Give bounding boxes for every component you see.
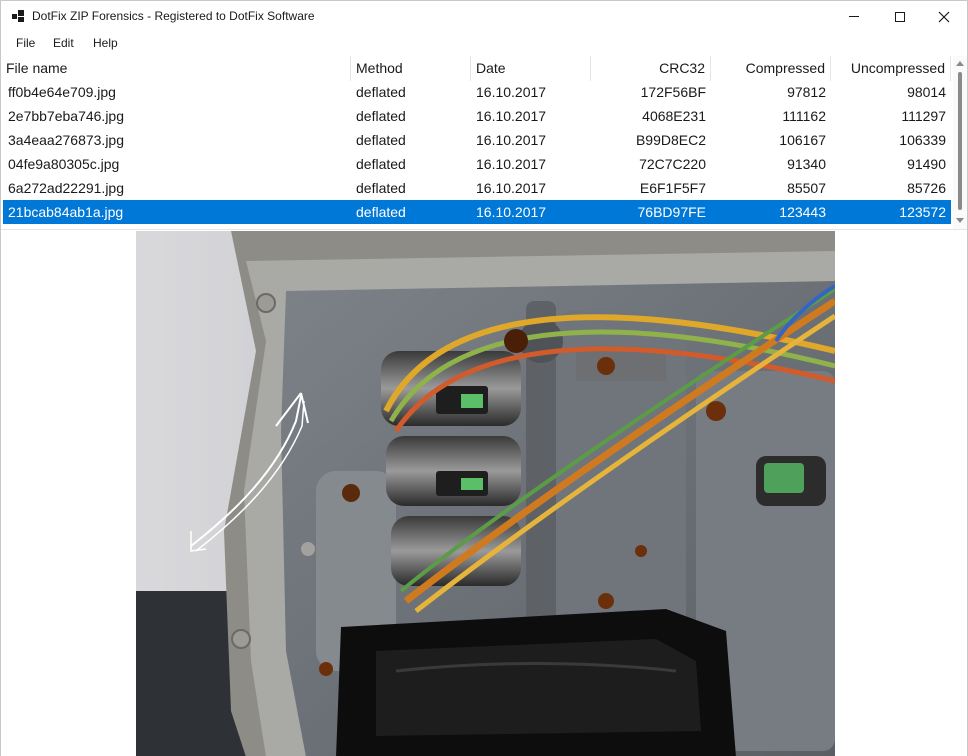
cell-uncompressed: 106339 xyxy=(899,132,946,148)
cell-method: deflated xyxy=(356,108,406,124)
column-file-name[interactable]: File name xyxy=(1,56,351,81)
column-date[interactable]: Date xyxy=(471,56,591,81)
table-row[interactable]: 6a272ad22291.jpg deflated 16.10.2017 E6F… xyxy=(3,176,951,200)
cell-file-name: 04fe9a80305c.jpg xyxy=(8,156,120,172)
table-row[interactable]: 04fe9a80305c.jpg deflated 16.10.2017 72C… xyxy=(3,152,951,176)
cell-method: deflated xyxy=(356,204,406,220)
app-window: DotFix ZIP Forensics - Registered to Dot… xyxy=(0,0,968,756)
close-icon xyxy=(938,11,950,22)
minimize-button[interactable] xyxy=(831,1,877,32)
table-row[interactable]: 3a4eaa276873.jpg deflated 16.10.2017 B99… xyxy=(3,128,951,152)
photo-preview xyxy=(136,231,835,756)
window-title: DotFix ZIP Forensics - Registered to Dot… xyxy=(32,9,315,23)
cell-crc32: 72C7C220 xyxy=(639,156,706,172)
list-header: File name Method Date CRC32 Compressed U… xyxy=(1,56,953,81)
menu-file[interactable]: File xyxy=(16,36,35,50)
cell-uncompressed: 98014 xyxy=(907,84,946,100)
list-vertical-scrollbar[interactable] xyxy=(953,56,967,229)
cell-date: 16.10.2017 xyxy=(476,204,547,220)
preview-photo xyxy=(136,231,835,756)
scrollbar-thumb[interactable] xyxy=(958,72,962,210)
cell-uncompressed: 85726 xyxy=(907,180,946,196)
cell-date: 16.10.2017 xyxy=(476,132,547,148)
close-button[interactable] xyxy=(921,1,967,32)
cell-date: 16.10.2017 xyxy=(476,180,547,196)
cell-method: deflated xyxy=(356,84,406,100)
cell-file-name: 6a272ad22291.jpg xyxy=(8,180,125,196)
cell-compressed: 106167 xyxy=(779,132,826,148)
cell-compressed: 91340 xyxy=(787,156,826,172)
column-crc32[interactable]: CRC32 xyxy=(591,56,711,81)
menu-bar: File Edit Help xyxy=(1,32,967,56)
cell-method: deflated xyxy=(356,132,406,148)
cell-uncompressed: 91490 xyxy=(907,156,946,172)
app-icon xyxy=(12,10,24,22)
scroll-up-arrow-icon[interactable] xyxy=(956,61,964,66)
maximize-icon xyxy=(895,11,905,22)
scroll-down-arrow-icon[interactable] xyxy=(956,218,964,223)
table-row[interactable]: 2e7bb7eba746.jpg deflated 16.10.2017 406… xyxy=(3,104,951,128)
cell-crc32: E6F1F5F7 xyxy=(639,180,706,196)
column-uncompressed[interactable]: Uncompressed xyxy=(831,56,951,81)
minimize-icon xyxy=(849,16,859,17)
cell-compressed: 97812 xyxy=(787,84,826,100)
image-preview-pane xyxy=(1,231,967,756)
table-row[interactable]: ff0b4e64e709.jpg deflated 16.10.2017 172… xyxy=(3,80,951,104)
cell-uncompressed: 111297 xyxy=(901,108,946,124)
menu-edit[interactable]: Edit xyxy=(53,36,74,50)
cell-compressed: 85507 xyxy=(787,180,826,196)
cell-method: deflated xyxy=(356,156,406,172)
cell-crc32: 4068E231 xyxy=(642,108,706,124)
cell-file-name: 3a4eaa276873.jpg xyxy=(8,132,125,148)
cell-date: 16.10.2017 xyxy=(476,84,547,100)
cell-date: 16.10.2017 xyxy=(476,156,547,172)
cell-crc32: 76BD97FE xyxy=(637,204,706,220)
cell-crc32: B99D8EC2 xyxy=(635,132,706,148)
title-bar[interactable]: DotFix ZIP Forensics - Registered to Dot… xyxy=(1,1,967,32)
menu-help[interactable]: Help xyxy=(93,36,118,50)
cell-file-name: 21bcab84ab1a.jpg xyxy=(8,204,124,220)
file-list[interactable]: File name Method Date CRC32 Compressed U… xyxy=(1,56,967,230)
table-row-selected[interactable]: 21bcab84ab1a.jpg deflated 16.10.2017 76B… xyxy=(3,200,951,224)
cell-date: 16.10.2017 xyxy=(476,108,547,124)
cell-compressed: 111162 xyxy=(782,108,826,124)
column-compressed[interactable]: Compressed xyxy=(711,56,831,81)
cell-crc32: 172F56BF xyxy=(640,84,706,100)
cell-file-name: ff0b4e64e709.jpg xyxy=(8,84,116,100)
cell-compressed: 123443 xyxy=(779,204,826,220)
column-method[interactable]: Method xyxy=(351,56,471,81)
cell-file-name: 2e7bb7eba746.jpg xyxy=(8,108,125,124)
maximize-button[interactable] xyxy=(877,1,923,32)
cell-uncompressed: 123572 xyxy=(899,204,946,220)
cell-method: deflated xyxy=(356,180,406,196)
